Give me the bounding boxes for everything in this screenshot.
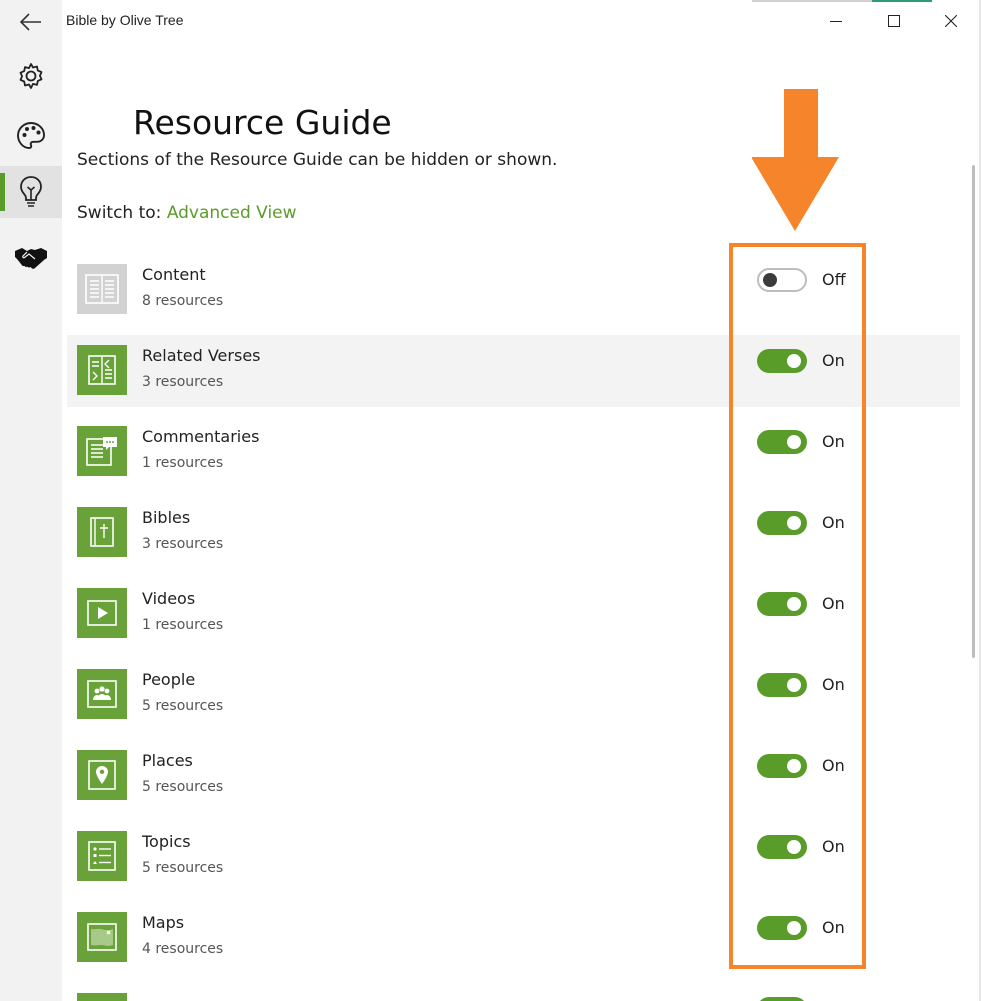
section-count: 3 resources [142, 536, 224, 552]
active-indicator [0, 173, 5, 211]
minimize-icon [830, 21, 842, 22]
bible-icon [90, 517, 114, 547]
section-name: Topics [142, 832, 191, 851]
section-count: 5 resources [142, 698, 224, 714]
scrollbar[interactable] [972, 165, 975, 658]
map-icon [87, 923, 117, 951]
section-count: 1 resources [142, 617, 224, 633]
lightbulb-icon [20, 176, 42, 207]
section-icon [77, 993, 127, 1001]
minimize-button[interactable] [807, 0, 865, 42]
section-icon [77, 669, 127, 719]
topics-list-icon [88, 841, 116, 871]
section-name: Videos [142, 589, 196, 608]
settings-nav-button[interactable] [0, 54, 62, 98]
back-button[interactable] [0, 0, 62, 44]
switch-view-row: Switch to: Advanced View [77, 203, 297, 223]
maximize-icon [888, 15, 900, 27]
section-icon [77, 264, 127, 314]
section-toggle[interactable] [757, 997, 807, 1001]
section-name: People [142, 670, 196, 689]
section-icon [77, 588, 127, 638]
section-icon [77, 426, 127, 476]
back-icon [20, 13, 41, 31]
cross-reference-icon [88, 355, 116, 385]
section-name: Related Verses [142, 346, 261, 365]
annotation-highlight-box [729, 243, 866, 969]
section-count: 5 resources [142, 779, 224, 795]
page-description: Sections of the Resource Guide can be hi… [77, 150, 558, 170]
handshake-icon [15, 248, 47, 269]
book-icon [85, 274, 119, 304]
commentary-icon [86, 437, 117, 466]
advanced-view-link[interactable]: Advanced View [167, 203, 297, 223]
video-icon [87, 600, 117, 626]
section-icon [77, 345, 127, 395]
section-row-partial [67, 983, 960, 1001]
section-icon [77, 912, 127, 962]
switch-prefix: Switch to: [77, 203, 162, 223]
map-pin-icon [88, 760, 116, 790]
resource-guide-nav-button[interactable] [0, 166, 62, 218]
section-count: 5 resources [142, 860, 224, 876]
section-name: Bibles [142, 508, 191, 527]
palette-icon [17, 122, 45, 149]
section-icon [77, 750, 127, 800]
maximize-button[interactable] [865, 0, 923, 42]
nav-rail [0, 0, 62, 1001]
section-count: 4 resources [142, 941, 224, 957]
partners-nav-button[interactable] [0, 235, 62, 279]
close-button[interactable] [922, 0, 980, 42]
close-icon [945, 15, 957, 27]
section-count: 1 resources [142, 455, 224, 471]
people-icon [87, 680, 117, 708]
appearance-nav-button[interactable] [0, 114, 62, 158]
section-name: Commentaries [142, 427, 260, 446]
annotation-arrow [752, 89, 839, 231]
section-name: Content [142, 265, 206, 284]
section-icon [77, 831, 127, 881]
section-name: Places [142, 751, 193, 770]
section-count: 8 resources [142, 293, 224, 309]
app-title: Bible by Olive Tree [66, 12, 184, 28]
page-title: Resource Guide [133, 103, 392, 142]
gear-icon [19, 63, 43, 89]
section-count: 3 resources [142, 374, 224, 390]
section-name: Maps [142, 913, 185, 932]
section-icon [77, 507, 127, 557]
